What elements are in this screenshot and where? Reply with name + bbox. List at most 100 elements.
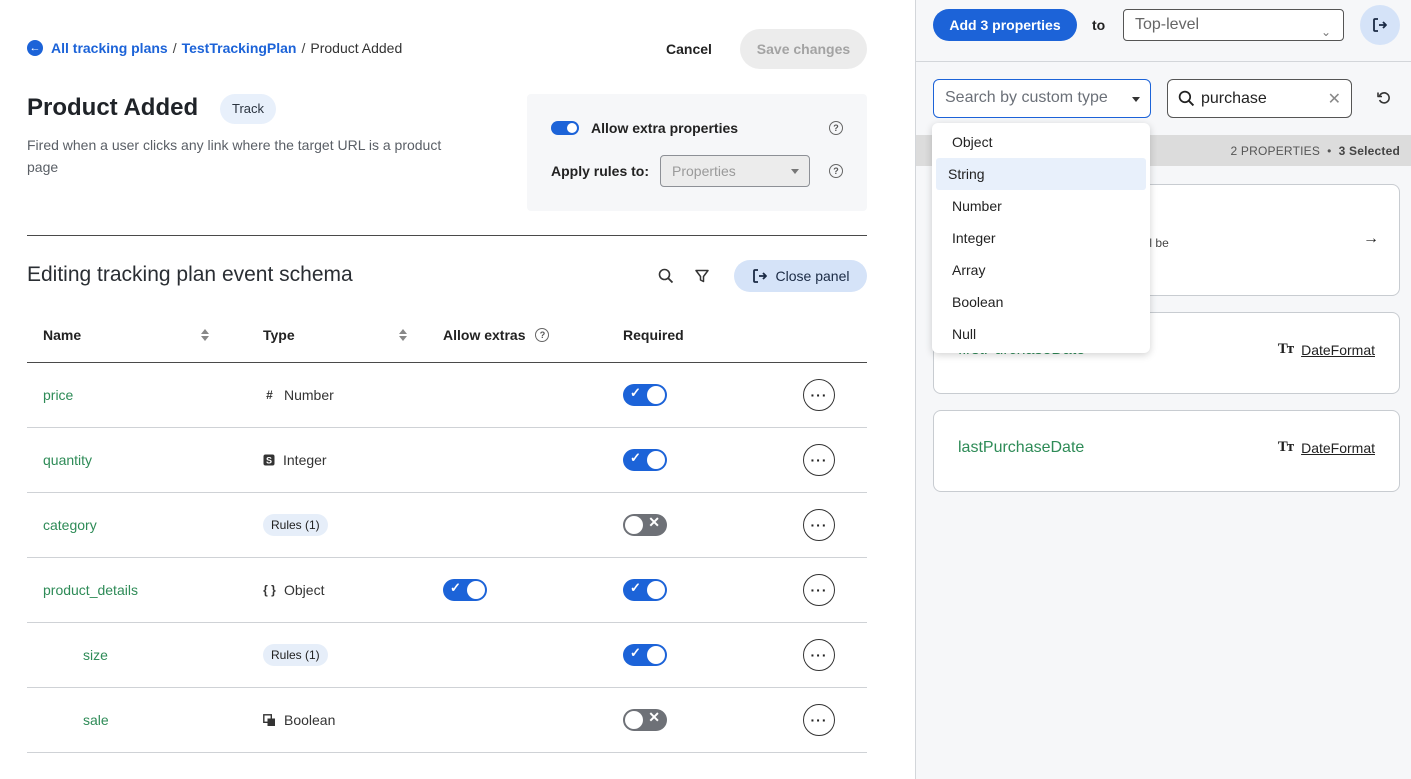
property-name[interactable]: quantity (43, 452, 92, 468)
dropdown-option[interactable]: Boolean (936, 286, 1146, 318)
filter-icon[interactable] (690, 264, 714, 288)
clear-icon[interactable]: ✕ (1328, 89, 1341, 109)
required-toggle[interactable]: ✓ (623, 384, 667, 406)
table-row[interactable]: size Rules (1) ✓ ··· (27, 623, 867, 688)
close-panel-button[interactable]: Close panel (734, 260, 867, 292)
table-row[interactable]: sale Boolean ✕ ··· (27, 688, 867, 753)
custom-type-placeholder: Search by custom type (945, 89, 1108, 106)
table-row[interactable]: category Rules (1) ✕ ··· (27, 493, 867, 558)
target-level-select[interactable]: Top-level ⌄ (1123, 9, 1344, 41)
to-label: to (1092, 17, 1106, 33)
exit-panel-button[interactable] (1360, 5, 1400, 45)
column-header-allow-extras: Allow extras ? (443, 327, 550, 343)
back-arrow-icon[interactable]: ← (27, 40, 43, 56)
allow-extras-toggle[interactable]: ✓ (443, 579, 487, 601)
column-header-name[interactable]: Name (43, 327, 210, 343)
table-body: price # Number ✓ ··· quantity S Integer ✓ ··· cate… (27, 363, 867, 753)
property-name[interactable]: category (43, 517, 97, 533)
table-row[interactable]: price # Number ✓ ··· (27, 363, 867, 428)
more-options-icon[interactable]: ··· (803, 574, 835, 606)
property-name[interactable]: product_details (43, 582, 138, 598)
property-name[interactable]: sale (83, 712, 109, 728)
count-separator: • (1327, 144, 1332, 158)
required-toggle[interactable]: ✕ (623, 709, 667, 731)
search-input[interactable] (1201, 89, 1321, 108)
type-label: Boolean (284, 712, 336, 728)
save-changes-button[interactable]: Save changes (740, 29, 867, 69)
schema-title: Editing tracking plan event schema (27, 263, 353, 286)
reset-icon[interactable] (1373, 87, 1395, 109)
x-icon: ✕ (648, 514, 660, 530)
property-search[interactable]: ✕ (1167, 79, 1352, 118)
column-header-required: Required (623, 327, 684, 343)
check-icon: ✓ (630, 385, 641, 400)
table-row[interactable]: quantity S Integer ✓ ··· (27, 428, 867, 493)
more-options-icon[interactable]: ··· (803, 444, 835, 476)
search-icon[interactable] (654, 264, 678, 288)
rules-badge[interactable]: Rules (1) (263, 514, 328, 536)
dropdown-option[interactable]: Null (936, 318, 1146, 350)
column-header-type[interactable]: Type (263, 327, 407, 343)
type-cell: # Number (263, 363, 334, 427)
hash-icon: # (266, 388, 273, 402)
property-type-link[interactable]: DateFormat (1301, 342, 1375, 358)
help-icon[interactable]: ? (535, 328, 550, 342)
braces-icon: { } (263, 583, 276, 597)
dropdown-option[interactable]: Integer (936, 222, 1146, 254)
dropdown-option[interactable]: String (936, 158, 1146, 190)
required-toggle[interactable]: ✓ (623, 449, 667, 471)
integer-icon: S (263, 454, 275, 466)
allow-extra-properties-toggle[interactable] (551, 121, 579, 135)
property-card[interactable]: lastPurchaseDate Tт DateFormat (933, 410, 1400, 492)
sort-icon[interactable] (398, 329, 407, 341)
custom-type-select[interactable]: Search by custom type (933, 79, 1151, 118)
required-toggle[interactable]: ✓ (623, 644, 667, 666)
check-icon: ✓ (630, 450, 641, 465)
section-divider (27, 235, 867, 236)
property-name[interactable]: price (43, 387, 73, 403)
schema-editor-panel: ← All tracking plans / TestTrackingPlan … (0, 0, 915, 779)
type-label: Integer (283, 452, 327, 468)
column-label: Type (263, 327, 295, 343)
target-level-value: Top-level (1135, 16, 1200, 33)
more-options-icon[interactable]: ··· (803, 639, 835, 671)
type-cell: Rules (1) (263, 623, 328, 687)
more-options-icon[interactable]: ··· (803, 509, 835, 541)
svg-text:S: S (266, 456, 272, 466)
table-row[interactable]: product_details { } Object ✓ ✓ ··· (27, 558, 867, 623)
help-icon[interactable]: ? (829, 164, 843, 178)
apply-rules-label: Apply rules to: (551, 163, 650, 179)
breadcrumb: ← All tracking plans / TestTrackingPlan … (27, 40, 402, 56)
add-properties-button[interactable]: Add 3 properties (933, 9, 1077, 41)
breadcrumb-plan[interactable]: TestTrackingPlan (182, 40, 297, 56)
rules-badge[interactable]: Rules (1) (263, 644, 328, 666)
help-icon[interactable]: ? (829, 121, 843, 135)
apply-rules-select[interactable]: Properties (660, 155, 810, 187)
required-toggle[interactable]: ✕ (623, 514, 667, 536)
properties-count: 2 PROPERTIES (1230, 144, 1321, 158)
sort-icon[interactable] (201, 329, 210, 341)
check-icon: ✓ (630, 645, 641, 660)
x-icon: ✕ (648, 709, 660, 725)
close-panel-label: Close panel (775, 268, 850, 284)
dropdown-option[interactable]: Object (936, 126, 1146, 158)
property-type: Tт DateFormat (1278, 341, 1375, 358)
cancel-button[interactable]: Cancel (648, 31, 730, 67)
dropdown-option[interactable]: Number (936, 190, 1146, 222)
more-options-icon[interactable]: ··· (803, 379, 835, 411)
type-cell: { } Object (263, 558, 324, 622)
property-type-link[interactable]: DateFormat (1301, 440, 1375, 456)
required-toggle[interactable]: ✓ (623, 579, 667, 601)
exit-icon (752, 269, 767, 283)
breadcrumb-separator: / (172, 40, 177, 56)
breadcrumb-all-plans[interactable]: All tracking plans (51, 40, 168, 56)
add-properties-panel: Add 3 properties to Top-level ⌄ Search b… (915, 0, 1411, 779)
dropdown-option[interactable]: Array (936, 254, 1146, 286)
more-options-icon[interactable]: ··· (803, 704, 835, 736)
property-name: lastPurchaseDate (958, 439, 1085, 456)
column-label: Name (43, 327, 82, 343)
column-label: Allow extras (443, 327, 526, 343)
property-name[interactable]: size (83, 647, 108, 663)
text-type-icon: Tт (1277, 439, 1294, 455)
check-icon: ✓ (450, 580, 461, 595)
